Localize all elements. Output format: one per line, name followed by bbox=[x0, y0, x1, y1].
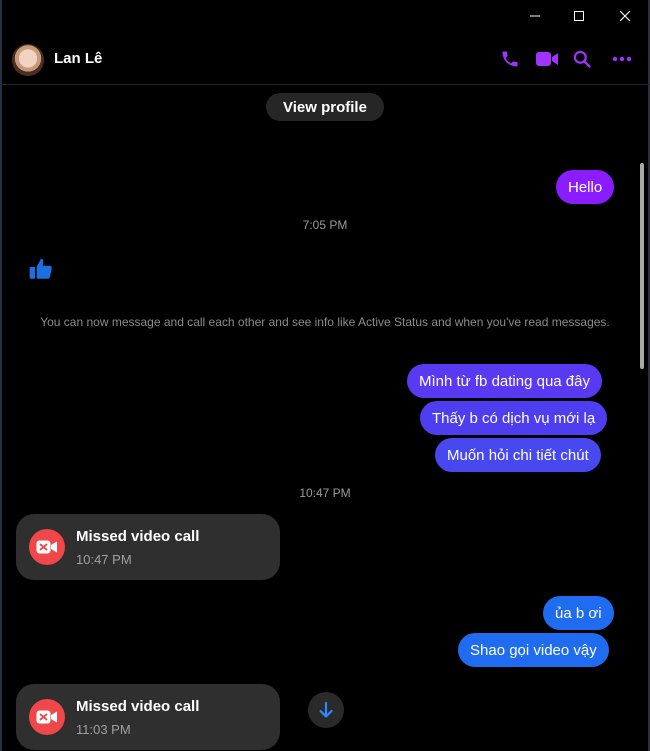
call-time: 10:47 PM bbox=[76, 552, 132, 567]
more-options-icon bbox=[612, 56, 632, 62]
timestamp: 10:47 PM bbox=[299, 486, 351, 500]
title-bar bbox=[0, 0, 650, 32]
phone-icon bbox=[502, 51, 518, 67]
thumbs-up-icon bbox=[29, 258, 52, 279]
arrow-down-icon bbox=[319, 701, 333, 718]
chat-header: Lan Lê bbox=[0, 32, 650, 85]
system-notice: You can now message and call each other … bbox=[40, 315, 610, 329]
call-time: 11:03 PM bbox=[76, 722, 131, 737]
maximize-icon bbox=[574, 11, 584, 21]
outgoing-message[interactable]: ủa b ơi bbox=[543, 596, 614, 630]
missed-video-call-card[interactable]: Missed video call 11:03 PM bbox=[16, 684, 280, 750]
missed-video-call-card[interactable]: Missed video call 10:47 PM bbox=[16, 514, 280, 580]
audio-call-button[interactable] bbox=[498, 47, 522, 71]
timestamp: 7:05 PM bbox=[302, 218, 348, 232]
video-call-button[interactable] bbox=[534, 47, 560, 71]
avatar[interactable] bbox=[12, 44, 44, 76]
view-profile-button[interactable]: View profile bbox=[266, 93, 384, 121]
search-icon bbox=[573, 50, 591, 68]
close-icon bbox=[620, 11, 630, 21]
maximize-button[interactable] bbox=[556, 0, 602, 32]
close-button[interactable] bbox=[602, 0, 648, 32]
missed-video-call-icon bbox=[29, 699, 65, 735]
outgoing-message[interactable]: Muốn hỏi chi tiết chút bbox=[435, 438, 601, 472]
call-title: Missed video call bbox=[76, 528, 200, 545]
scroll-to-bottom-button[interactable] bbox=[308, 692, 344, 728]
more-options-button[interactable] bbox=[610, 47, 634, 71]
missed-video-call-icon bbox=[29, 529, 65, 565]
outgoing-message[interactable]: Shao gọi video vậy bbox=[458, 633, 609, 667]
minimize-icon bbox=[530, 15, 540, 17]
outgoing-message[interactable]: Thấy b có dịch vụ mới lạ bbox=[420, 401, 608, 435]
call-title: Missed video call bbox=[76, 698, 200, 715]
scrollbar-thumb[interactable] bbox=[640, 163, 644, 369]
minimize-button[interactable] bbox=[512, 0, 558, 32]
outgoing-message[interactable]: Mình từ fb dating qua đây bbox=[407, 364, 602, 398]
video-camera-icon bbox=[536, 52, 558, 66]
search-button[interactable] bbox=[570, 47, 594, 71]
contact-name[interactable]: Lan Lê bbox=[54, 50, 102, 67]
like-sticker[interactable] bbox=[28, 256, 54, 282]
outgoing-message[interactable]: Hello bbox=[556, 170, 615, 204]
